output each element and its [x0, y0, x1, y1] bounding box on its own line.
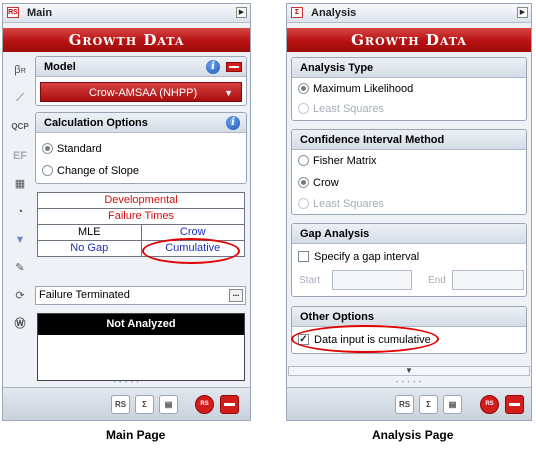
radio-label: Least Squares: [313, 198, 384, 210]
flag-icon[interactable]: [226, 62, 242, 72]
main-page-caption: Main Page: [106, 428, 166, 442]
radio-least-squares-ci: Least Squares: [298, 196, 384, 212]
probability-plot-icon[interactable]: ⟋: [10, 88, 30, 108]
model-selected: Crow-AMSAA (NHPP): [89, 87, 198, 99]
flag-icon[interactable]: [505, 395, 524, 414]
radio-change-of-slope[interactable]: Change of Slope: [42, 163, 139, 179]
model-dropdown[interactable]: Crow-AMSAA (NHPP) ▼: [40, 82, 242, 102]
radio-fisher-matrix[interactable]: Fisher Matrix: [298, 153, 377, 169]
splitter-grip[interactable]: • • • • •: [287, 380, 531, 386]
plot-sheet-icon[interactable]: ▤: [443, 395, 462, 414]
tool-strip: βĦ ⟋ QCP EF ▦ ◔ ▼ ✎ ⟳ Ⓦ: [3, 56, 33, 386]
main-titlebar: RS Main ▶: [3, 4, 250, 23]
sigma-icon[interactable]: Σ: [419, 395, 438, 414]
plot-sheet-icon[interactable]: ▤: [159, 395, 178, 414]
end-label: End: [428, 275, 446, 286]
sigma-icon[interactable]: Σ: [135, 395, 154, 414]
main-bottom-toolbar: RS Σ ▤ RS: [3, 387, 250, 420]
confidence-method-section: Confidence Interval Method Fisher Matrix…: [291, 129, 527, 215]
analysis-page-icon: Σ: [291, 7, 303, 18]
status-label: Not Analyzed: [38, 314, 244, 335]
qcp-icon[interactable]: QCP: [10, 117, 30, 137]
radio-crow[interactable]: Crow: [298, 175, 339, 191]
radio-label: Change of Slope: [57, 165, 139, 177]
calculator-icon[interactable]: ▦: [10, 174, 30, 194]
analysis-type-heading: Analysis Type: [292, 58, 526, 78]
analysis-status-box: Not Analyzed: [37, 313, 245, 381]
splitter-grip[interactable]: • • • • •: [3, 380, 250, 386]
gap-analysis-section: Gap Analysis Specify a gap interval Star…: [291, 223, 527, 297]
gap-checkbox-label: Specify a gap interval: [314, 251, 420, 263]
radio-button[interactable]: [42, 164, 53, 176]
gap-checkbox[interactable]: [298, 250, 309, 262]
radio-button[interactable]: [298, 154, 309, 166]
test-type-combo[interactable]: Failure Terminated ...: [35, 286, 246, 305]
radio-least-squares: Least Squares: [298, 101, 384, 117]
radio-label: Standard: [57, 143, 102, 155]
gap-start-input: [332, 270, 412, 290]
main-title: Main: [27, 7, 53, 19]
summary-data-type[interactable]: Developmental: [37, 192, 245, 209]
analysis-titlebar: Σ Analysis ▶: [287, 4, 531, 23]
radio-label: Least Squares: [313, 103, 384, 115]
gap-end-input: [452, 270, 524, 290]
radio-button: [298, 102, 309, 114]
radio-maximum-likelihood[interactable]: Maximum Likelihood: [298, 81, 413, 97]
radio-button-selected[interactable]: [298, 176, 309, 188]
highlight-ellipse: [291, 325, 439, 353]
analysis-bottom-toolbar: RS Σ ▤ RS: [287, 387, 531, 420]
growth-data-banner: Growth Data: [3, 28, 250, 52]
summary-method[interactable]: MLE: [37, 224, 142, 241]
rs-icon[interactable]: RS: [480, 395, 499, 414]
radio-label: Crow: [313, 177, 339, 189]
weibull-icon[interactable]: Ⓦ: [10, 314, 30, 334]
radio-button-selected[interactable]: [42, 142, 53, 154]
model-section: Model i Crow-AMSAA (NHPP) ▼: [35, 56, 247, 106]
test-type-value: Failure Terminated: [39, 289, 130, 301]
beta-icon[interactable]: βĦ: [10, 60, 30, 80]
calc-options-heading: Calculation Options: [36, 113, 246, 133]
info-icon[interactable]: i: [226, 116, 240, 130]
start-label: Start: [299, 275, 321, 286]
flag-icon[interactable]: [220, 395, 239, 414]
report-icon[interactable]: RS: [111, 395, 130, 414]
more-options-button[interactable]: ...: [229, 289, 243, 302]
radio-label: Fisher Matrix: [313, 155, 377, 167]
filter-icon[interactable]: ▼: [10, 230, 30, 250]
analysis-title: Analysis: [311, 7, 357, 19]
growth-data-banner: Growth Data: [287, 28, 531, 52]
analysis-type-section: Analysis Type Maximum Likelihood Least S…: [291, 57, 527, 121]
analysis-panel: Σ Analysis ▶ Growth Data Analysis Type M…: [286, 3, 532, 421]
info-icon[interactable]: i: [206, 60, 220, 74]
expand-down-icon[interactable]: ▼: [288, 366, 530, 376]
main-panel: RS Main ▶ Growth Data βĦ ⟋ QCP EF ▦ ◔ ▼ …: [2, 3, 251, 421]
radio-standard[interactable]: Standard: [42, 141, 102, 157]
analysis-page-caption: Analysis Page: [372, 428, 454, 442]
confidence-method-heading: Confidence Interval Method: [292, 130, 526, 150]
radio-button: [298, 197, 309, 209]
highlight-ellipse: [142, 238, 240, 264]
summary-data-format[interactable]: Failure Times: [37, 208, 245, 225]
report-icon[interactable]: RS: [395, 395, 414, 414]
gauge-icon[interactable]: ◔: [10, 202, 30, 222]
gap-interval-checkbox-row[interactable]: Specify a gap interval: [298, 249, 419, 265]
gap-analysis-heading: Gap Analysis: [292, 224, 526, 244]
ef-icon[interactable]: EF: [10, 146, 30, 166]
radio-button-selected[interactable]: [298, 82, 309, 94]
calc-options-section: Calculation Options i Standard Change of…: [35, 112, 247, 184]
summary-gap[interactable]: No Gap: [37, 240, 142, 257]
expand-arrow-icon[interactable]: ▶: [517, 7, 528, 18]
expand-arrow-icon[interactable]: ▶: [236, 7, 247, 18]
rs-icon[interactable]: RS: [195, 395, 214, 414]
edit-plot-icon[interactable]: ✎: [10, 258, 30, 278]
main-page-icon: RS: [7, 7, 19, 18]
rs-draw-icon[interactable]: ⟳: [10, 286, 30, 306]
radio-label: Maximum Likelihood: [313, 83, 414, 95]
other-options-heading: Other Options: [292, 307, 526, 327]
chevron-down-icon: ▼: [224, 88, 233, 98]
